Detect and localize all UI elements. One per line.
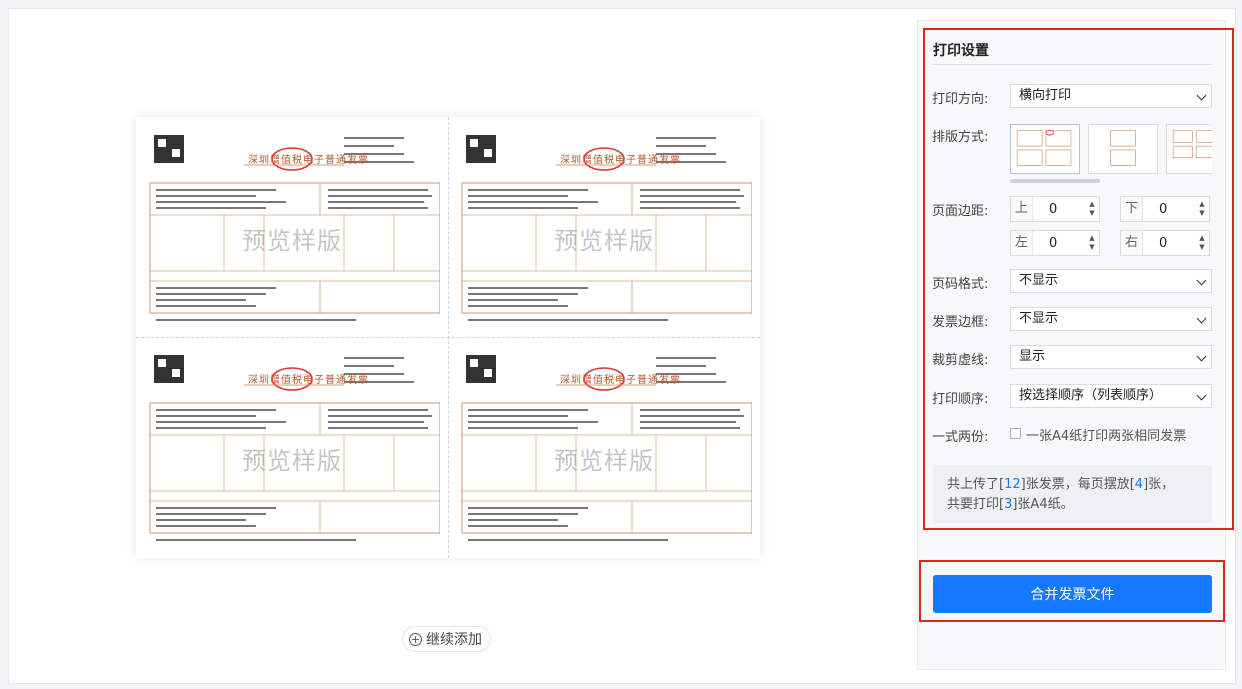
margin-left-value: 0 xyxy=(1049,235,1058,251)
cut-line-label: 裁剪虚线: xyxy=(932,353,989,368)
layout-grid-icon xyxy=(1172,130,1212,158)
margin-bottom-input[interactable]: 下 0 ▲ ▼ xyxy=(1120,196,1210,222)
summary-text: ]张发票，每页摆放[ xyxy=(1020,477,1135,492)
chevron-down-icon xyxy=(1196,313,1207,324)
add-more-label: 继续添加 xyxy=(426,632,482,648)
invoice-preview-2: 深圳增值税电子普通发票 预览样版 xyxy=(456,129,752,329)
watermark-text: 预览样版 xyxy=(242,447,342,475)
layout-scrollbar[interactable] xyxy=(1010,179,1100,183)
margin-bottom-value: 0 xyxy=(1159,201,1168,217)
layout-2x2-icon xyxy=(1016,129,1072,166)
summary-text: 共上传了[ xyxy=(947,477,1005,492)
invoice-title: 深圳增值税电子普通发票 xyxy=(248,155,369,166)
page-number-label: 页码格式: xyxy=(932,277,989,292)
chevron-down-icon xyxy=(1196,90,1207,101)
summary-text: 共要打印[ xyxy=(947,497,1005,512)
margin-bottom-side: 下 xyxy=(1121,197,1143,221)
invoice-title: 深圳增值税电子普通发票 xyxy=(560,375,681,386)
margin-label: 页面边距: xyxy=(932,204,989,219)
orientation-select[interactable]: 横向打印 xyxy=(1010,84,1212,108)
page-number-value: 不显示 xyxy=(1019,273,1059,288)
layout-option-3[interactable] xyxy=(1166,124,1212,174)
margin-right-side: 右 xyxy=(1121,231,1143,255)
layout-option-2[interactable] xyxy=(1088,124,1158,174)
summary-text: ]张A4纸。 xyxy=(1012,497,1074,512)
merge-invoices-button[interactable]: 合并发票文件 xyxy=(933,575,1212,613)
plus-circle-icon: + xyxy=(409,632,422,646)
duplicate-option-label[interactable]: 一张A4纸打印两张相同发票 xyxy=(1026,425,1186,444)
layout-1x2-icon xyxy=(1110,130,1136,166)
border-label: 发票边框: xyxy=(932,315,989,330)
margin-right-input[interactable]: 右 0 ▲ ▼ xyxy=(1120,230,1210,256)
layout-options xyxy=(1010,124,1212,180)
order-label: 打印顺序: xyxy=(932,392,989,407)
add-more-button[interactable]: + 继续添加 xyxy=(402,626,491,652)
watermark-text: 预览样版 xyxy=(554,447,654,475)
watermark-text: 预览样版 xyxy=(554,227,654,255)
cut-line-select[interactable]: 显示 xyxy=(1010,345,1212,369)
page-number-select[interactable]: 不显示 xyxy=(1010,269,1212,293)
print-summary: 共上传了[12]张发票，每页摆放[4]张， 共要打印[3]张A4纸。 xyxy=(933,465,1212,523)
stepper-icon[interactable]: ▲ ▼ xyxy=(1195,197,1209,221)
stepper-icon[interactable]: ▲ ▼ xyxy=(1085,197,1099,221)
print-preview-sheet: 深圳增值税电子普通发票 预览样版 深圳增值税电子普通发票 预览样版 深圳增值税电… xyxy=(136,117,760,558)
orientation-value: 横向打印 xyxy=(1019,88,1072,103)
margin-top-input[interactable]: 上 0 ▲ ▼ xyxy=(1010,196,1100,222)
margin-top-value: 0 xyxy=(1049,201,1058,217)
invoice-title: 深圳增值税电子普通发票 xyxy=(248,375,369,386)
summary-text: ]张， xyxy=(1143,477,1175,492)
layout-option-1[interactable] xyxy=(1010,124,1080,174)
order-select[interactable]: 按选择顺序（列表顺序） xyxy=(1010,384,1212,408)
invoice-preview-1: 深圳增值税电子普通发票 预览样版 xyxy=(144,129,440,329)
cut-line-value: 显示 xyxy=(1019,349,1046,364)
chevron-down-icon xyxy=(1196,351,1207,362)
margin-left-side: 左 xyxy=(1011,231,1033,255)
stepper-icon[interactable]: ▲ ▼ xyxy=(1085,231,1099,255)
stepper-icon[interactable]: ▲ ▼ xyxy=(1195,231,1209,255)
cut-line-horizontal xyxy=(136,337,760,338)
margin-top-side: 上 xyxy=(1011,197,1033,221)
chevron-down-icon xyxy=(1196,275,1207,286)
uploaded-count: 12 xyxy=(1004,477,1021,492)
margin-left-input[interactable]: 左 0 ▲ ▼ xyxy=(1010,230,1100,256)
panel-title: 打印设置 xyxy=(933,43,989,59)
margin-right-value: 0 xyxy=(1159,235,1168,251)
border-select[interactable]: 不显示 xyxy=(1010,307,1212,331)
orientation-label: 打印方向: xyxy=(932,92,989,107)
border-value: 不显示 xyxy=(1019,311,1059,326)
duplicate-label: 一式两份: xyxy=(932,430,989,445)
per-page-count: 4 xyxy=(1134,477,1144,492)
duplicate-checkbox[interactable] xyxy=(1010,428,1021,439)
invoice-title: 深圳增值税电子普通发票 xyxy=(560,155,681,166)
chevron-down-icon xyxy=(1196,390,1207,401)
order-value: 按选择顺序（列表顺序） xyxy=(1019,388,1163,403)
watermark-text: 预览样版 xyxy=(242,227,342,255)
panel-divider xyxy=(932,64,1212,65)
layout-label: 排版方式: xyxy=(932,130,989,145)
invoice-preview-4: 深圳增值税电子普通发票 预览样版 xyxy=(456,349,752,549)
invoice-preview-3: 深圳增值税电子普通发票 预览样版 xyxy=(144,349,440,549)
